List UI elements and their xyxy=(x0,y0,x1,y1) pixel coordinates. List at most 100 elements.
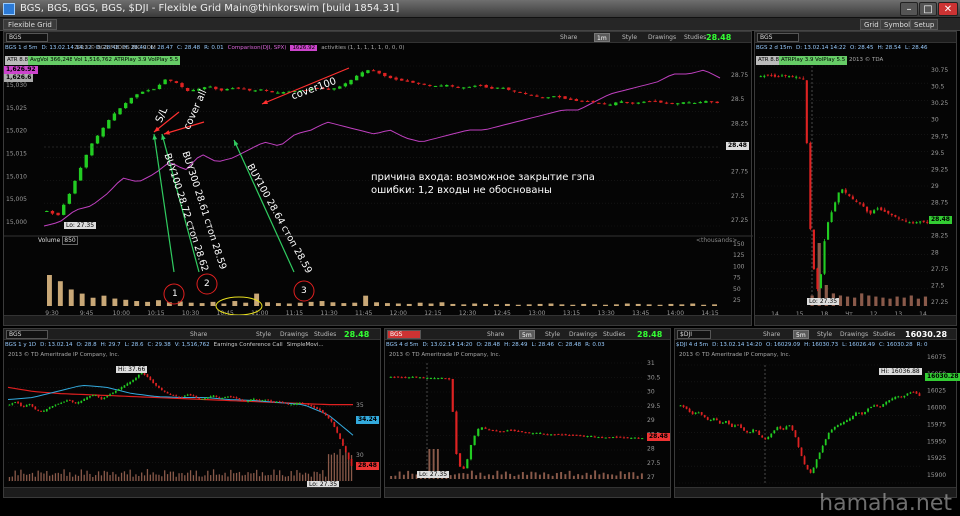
rt-candle xyxy=(862,203,865,207)
rt-candle xyxy=(834,202,837,212)
br-candle xyxy=(755,430,758,432)
bm-candle xyxy=(389,376,392,378)
main-candle xyxy=(416,82,421,84)
bl-candle xyxy=(319,408,321,411)
bl-volume-bar xyxy=(28,474,31,481)
bl-volume-bar xyxy=(296,470,298,481)
close-icon[interactable]: ✕ xyxy=(938,2,958,16)
main-candle xyxy=(349,79,353,85)
bl-candle xyxy=(350,458,353,466)
bl-volume-bar xyxy=(322,470,324,481)
bl-candle xyxy=(112,392,114,394)
main-candle xyxy=(67,193,72,204)
rt-candle xyxy=(759,76,762,78)
main-candle xyxy=(597,102,601,104)
br-candle xyxy=(740,424,742,428)
main-candle xyxy=(45,211,49,212)
maximize-icon[interactable]: □ xyxy=(919,2,937,16)
main-volume-bar xyxy=(395,303,401,306)
bl-candle xyxy=(137,374,140,378)
br-candle xyxy=(728,420,730,425)
bm-candle xyxy=(553,434,556,436)
br-candle xyxy=(697,412,700,414)
bl-chart-canvas[interactable]: 3530авгсеноктноядек14февмар xyxy=(4,329,382,499)
main-candle xyxy=(557,95,562,98)
rt-axis-label: 28.75 xyxy=(931,200,948,207)
bl-candle xyxy=(241,399,244,401)
bl-candle xyxy=(20,402,22,407)
bl-volume-bar xyxy=(89,473,91,481)
bl-candle xyxy=(181,396,183,398)
br-candle xyxy=(694,412,697,414)
bl-volume-bar xyxy=(284,476,287,481)
bl-volume-bar xyxy=(330,454,333,481)
rt-candle xyxy=(901,219,904,221)
main-candle xyxy=(563,96,567,99)
br-candle xyxy=(879,406,882,408)
bl-volume-bar xyxy=(143,475,146,481)
br-candle xyxy=(721,422,724,424)
circle-label-2: 2 xyxy=(204,279,210,289)
bl-volume-bar xyxy=(120,472,123,481)
bl-candle xyxy=(310,405,313,407)
bm-volume-bar xyxy=(543,472,546,479)
main-candle xyxy=(507,87,511,90)
rt-axis-label: 29.5 xyxy=(931,150,945,157)
main-candle xyxy=(366,70,370,73)
br-candle xyxy=(746,430,748,433)
bl-candle xyxy=(91,395,94,397)
main-candle xyxy=(354,75,359,81)
main-candle xyxy=(602,103,607,105)
bl-candle xyxy=(267,399,270,401)
tab-flexible-grid[interactable]: Flexible Grid xyxy=(3,19,57,30)
br-candle xyxy=(761,435,764,438)
br-candle xyxy=(797,437,800,447)
bm-candle xyxy=(451,378,454,412)
comparison-series-line xyxy=(43,69,721,227)
br-candle xyxy=(849,418,851,421)
bl-candle xyxy=(209,396,212,398)
br-candle xyxy=(842,421,845,425)
bm-volume-bar xyxy=(487,474,490,479)
bl-candle xyxy=(218,397,221,399)
main-candle xyxy=(231,88,235,90)
br-chart-canvas[interactable]: 1607516050160251600015975159501592515900… xyxy=(675,329,958,499)
bl-volume-bar xyxy=(247,472,249,481)
bl-volume-bar xyxy=(327,454,330,481)
main-candle xyxy=(180,83,184,88)
setup-button[interactable]: Setup xyxy=(910,19,939,30)
bm-candle xyxy=(535,432,538,434)
bm-volume-bar xyxy=(496,470,499,479)
bm-axis-label: 30.5 xyxy=(647,374,661,381)
main-volume-bar xyxy=(275,303,281,306)
bl-volume-bar xyxy=(201,476,203,481)
main-left-axis-label: 15,030 xyxy=(6,82,27,89)
bl-candle xyxy=(258,399,261,401)
bl-volume-bar xyxy=(207,470,209,481)
main-candle xyxy=(546,97,550,99)
right-top-chart-canvas[interactable]: 30.75 30.5 30.25 30 29.75 29.5 29.25 29 28.75 28.… xyxy=(755,32,958,327)
main-volume-bar xyxy=(188,302,194,306)
bl-volume-bar xyxy=(342,455,344,481)
bl-volume-bar xyxy=(264,475,266,481)
main-volume-bar xyxy=(559,304,565,306)
bm-candle xyxy=(542,433,545,435)
bm-candle xyxy=(499,431,502,433)
main-volume-bar xyxy=(297,302,303,306)
main-volume-bar xyxy=(101,295,107,306)
main-volume-bar xyxy=(483,303,489,306)
bl-candle xyxy=(195,395,198,398)
br-candle xyxy=(833,426,836,430)
br-axis-label: 16075 xyxy=(927,354,946,361)
bl-candle xyxy=(166,392,169,394)
rt-candle xyxy=(812,229,815,270)
main-volume-bar xyxy=(592,304,598,306)
minimize-icon[interactable]: – xyxy=(900,2,918,16)
bl-candle xyxy=(183,395,186,397)
bm-volume-bar xyxy=(513,475,516,479)
main-left-axis-label: 15,025 xyxy=(6,105,27,112)
main-candle xyxy=(360,72,364,77)
rt-candle xyxy=(777,76,780,78)
bm-volume-bar xyxy=(560,471,563,479)
bm-candle xyxy=(502,431,505,433)
